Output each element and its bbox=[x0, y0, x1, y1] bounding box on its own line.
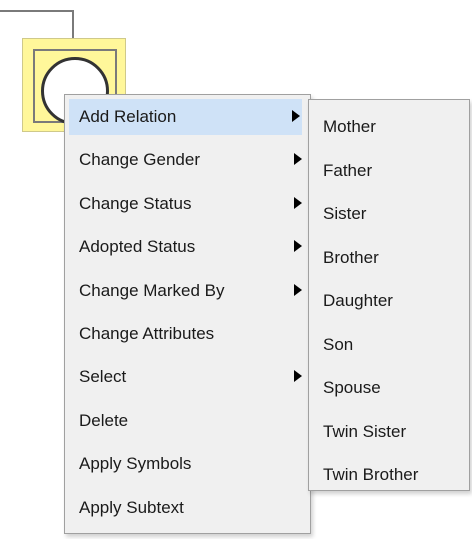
submenu-arrow-icon bbox=[294, 153, 302, 166]
submenu-item-label: Mother bbox=[323, 117, 376, 136]
menu-item-label: Change Status bbox=[79, 193, 192, 213]
submenu-arrow-icon bbox=[292, 110, 300, 122]
menu-item-label: Apply Symbols bbox=[79, 454, 192, 474]
menu-item-adopted-status[interactable]: Adopted Status bbox=[65, 229, 310, 272]
menu-item-change-marked-by[interactable]: Change Marked By bbox=[65, 273, 310, 316]
submenu-item-twin-brother[interactable]: Twin Brother bbox=[309, 452, 469, 496]
menu-item-label: Select bbox=[79, 367, 127, 387]
submenu-item-label: Sister bbox=[323, 204, 367, 223]
menu-item-apply-symbols[interactable]: Apply Symbols bbox=[65, 446, 310, 489]
submenu-item-mother[interactable]: Mother bbox=[309, 104, 469, 148]
menu-item-label: Adopted Status bbox=[79, 237, 196, 257]
submenu-item-label: Spouse bbox=[323, 378, 381, 397]
menu-item-change-attributes[interactable]: Change Attributes bbox=[65, 316, 310, 359]
context-menu: Add Relation Change Gender Change Status… bbox=[64, 94, 311, 534]
submenu-item-label: Daughter bbox=[323, 291, 393, 310]
submenu-item-daughter[interactable]: Daughter bbox=[309, 278, 469, 322]
submenu-item-label: Brother bbox=[323, 247, 379, 267]
menu-item-select[interactable]: Select bbox=[65, 359, 310, 402]
submenu-arrow-icon bbox=[294, 240, 302, 253]
menu-item-label: Change Marked By bbox=[79, 280, 225, 300]
submenu-arrow-icon bbox=[294, 196, 302, 209]
menu-item-label: Change Attributes bbox=[79, 323, 215, 343]
submenu-item-son[interactable]: Son bbox=[309, 322, 469, 366]
submenu-item-label: Son bbox=[323, 334, 354, 354]
menu-item-label: Change Gender bbox=[79, 150, 200, 170]
submenu-item-sister[interactable]: Sister bbox=[309, 191, 469, 235]
menu-item-label: Delete bbox=[79, 410, 129, 430]
menu-item-add-relation[interactable]: Add Relation bbox=[69, 99, 302, 135]
menu-item-delete[interactable]: Delete bbox=[65, 403, 310, 446]
submenu-item-brother[interactable]: Brother bbox=[309, 235, 469, 279]
submenu-arrow-icon bbox=[294, 370, 302, 383]
submenu-item-label: Father bbox=[323, 160, 373, 180]
submenu-item-twin-sister[interactable]: Twin Sister bbox=[309, 409, 469, 453]
menu-item-label: Add Relation bbox=[79, 107, 177, 126]
submenu-item-label: Twin Sister bbox=[323, 421, 407, 441]
submenu-item-label: Twin Brother bbox=[323, 465, 419, 484]
menu-item-apply-subtext[interactable]: Apply Subtext bbox=[65, 490, 310, 533]
submenu-item-spouse[interactable]: Spouse bbox=[309, 365, 469, 409]
add-relation-submenu: Mother Father Sister Brother Daughter So… bbox=[308, 99, 470, 491]
menu-item-change-gender[interactable]: Change Gender bbox=[65, 142, 310, 185]
menu-item-change-status[interactable]: Change Status bbox=[65, 186, 310, 229]
menu-item-label: Apply Subtext bbox=[79, 497, 184, 517]
submenu-arrow-icon bbox=[294, 283, 302, 296]
submenu-item-father[interactable]: Father bbox=[309, 148, 469, 192]
